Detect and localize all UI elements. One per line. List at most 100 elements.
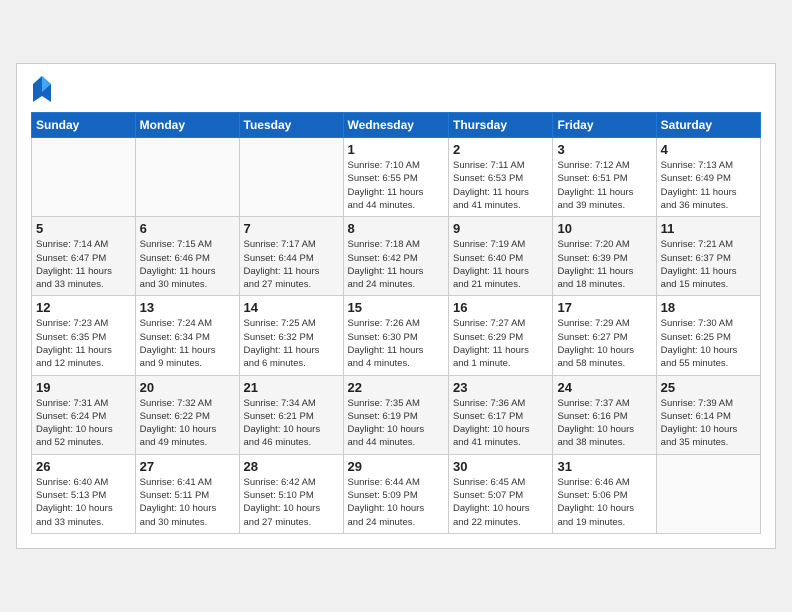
calendar-week-row: 19 Sunrise: 7:31 AM Sunset: 6:24 PM Dayli… (32, 375, 761, 454)
calendar-day-cell (239, 138, 343, 217)
calendar-day-cell: 23Sunrise: 7:36 AM Sunset: 6:17 PM Dayli… (448, 375, 553, 454)
calendar-day-cell: 1 Sunrise: 7:10 AM Sunset: 6:55 PM Daylig… (343, 138, 448, 217)
day-info: Sunrise: 7:29 AM Sunset: 6:27 PM Dayligh… (557, 317, 651, 370)
day-number: 15 (348, 300, 444, 315)
calendar-week-row: 1 Sunrise: 7:10 AM Sunset: 6:55 PM Daylig… (32, 138, 761, 217)
weekday-header-saturday: Saturday (656, 113, 760, 138)
calendar-day-cell: 27 Sunrise: 6:41 AM Sunset: 5:11 PM Dayli… (135, 454, 239, 533)
calendar-day-cell: 29 Sunrise: 6:44 AM Sunset: 5:09 PM Dayli… (343, 454, 448, 533)
day-info: Sunrise: 7:18 AM Sunset: 6:42 PM Dayligh… (348, 238, 444, 291)
calendar-week-row: 26 Sunrise: 6:40 AM Sunset: 5:13 PM Dayli… (32, 454, 761, 533)
day-info: Sunrise: 7:15 AM Sunset: 6:46 PM Dayligh… (140, 238, 235, 291)
day-info: Sunrise: 6:42 AM Sunset: 5:10 PM Dayligh… (244, 476, 339, 529)
day-info: Sunrise: 7:34 AM Sunset: 6:21 PM Dayligh… (244, 397, 339, 450)
weekday-header-tuesday: Tuesday (239, 113, 343, 138)
calendar-day-cell: 2 Sunrise: 7:11 AM Sunset: 6:53 PM Daylig… (448, 138, 553, 217)
calendar-day-cell: 12 Sunrise: 7:23 AM Sunset: 6:35 PM Dayli… (32, 296, 136, 375)
day-info: Sunrise: 7:27 AM Sunset: 6:29 PM Dayligh… (453, 317, 549, 370)
calendar-day-cell: 5 Sunrise: 7:14 AM Sunset: 6:47 PM Daylig… (32, 217, 136, 296)
day-number: 8 (348, 221, 444, 236)
calendar-day-cell: 16 Sunrise: 7:27 AM Sunset: 6:29 PM Dayli… (448, 296, 553, 375)
calendar-day-cell: 28 Sunrise: 6:42 AM Sunset: 5:10 PM Dayli… (239, 454, 343, 533)
day-number: 27 (140, 459, 235, 474)
weekday-header-row: SundayMondayTuesdayWednesdayThursdayFrid… (32, 113, 761, 138)
day-number: 6 (140, 221, 235, 236)
day-number: 2 (453, 142, 549, 157)
calendar-day-cell: 26 Sunrise: 6:40 AM Sunset: 5:13 PM Dayli… (32, 454, 136, 533)
calendar-day-cell: 24 Sunrise: 7:37 AM Sunset: 6:16 PM Dayli… (553, 375, 656, 454)
day-info: Sunrise: 7:12 AM Sunset: 6:51 PM Dayligh… (557, 159, 651, 212)
day-info: Sunrise: 6:40 AM Sunset: 5:13 PM Dayligh… (36, 476, 131, 529)
calendar-day-cell: 19 Sunrise: 7:31 AM Sunset: 6:24 PM Dayli… (32, 375, 136, 454)
day-info: Sunrise: 6:46 AM Sunset: 5:06 PM Dayligh… (557, 476, 651, 529)
day-number: 12 (36, 300, 131, 315)
day-info: Sunrise: 6:45 AM Sunset: 5:07 PM Dayligh… (453, 476, 549, 529)
calendar-day-cell: 15Sunrise: 7:26 AM Sunset: 6:30 PM Dayli… (343, 296, 448, 375)
day-number: 11 (661, 221, 756, 236)
day-number: 3 (557, 142, 651, 157)
day-info: Sunrise: 7:11 AM Sunset: 6:53 PM Dayligh… (453, 159, 549, 212)
calendar-week-row: 5 Sunrise: 7:14 AM Sunset: 6:47 PM Daylig… (32, 217, 761, 296)
calendar-day-cell: 31 Sunrise: 6:46 AM Sunset: 5:06 PM Dayli… (553, 454, 656, 533)
calendar-container: SundayMondayTuesdayWednesdayThursdayFrid… (16, 63, 776, 549)
calendar-day-cell: 25 Sunrise: 7:39 AM Sunset: 6:14 PM Dayli… (656, 375, 760, 454)
day-number: 7 (244, 221, 339, 236)
logo-icon (31, 74, 53, 104)
day-number: 26 (36, 459, 131, 474)
day-info: Sunrise: 7:24 AM Sunset: 6:34 PM Dayligh… (140, 317, 235, 370)
calendar-day-cell: 30 Sunrise: 6:45 AM Sunset: 5:07 PM Dayli… (448, 454, 553, 533)
day-info: Sunrise: 7:10 AM Sunset: 6:55 PM Dayligh… (348, 159, 444, 212)
calendar-day-cell: 17Sunrise: 7:29 AM Sunset: 6:27 PM Dayli… (553, 296, 656, 375)
day-info: Sunrise: 7:31 AM Sunset: 6:24 PM Dayligh… (36, 397, 131, 450)
calendar-day-cell: 22 Sunrise: 7:35 AM Sunset: 6:19 PM Dayli… (343, 375, 448, 454)
day-number: 5 (36, 221, 131, 236)
day-info: Sunrise: 7:13 AM Sunset: 6:49 PM Dayligh… (661, 159, 756, 212)
day-number: 22 (348, 380, 444, 395)
day-info: Sunrise: 7:32 AM Sunset: 6:22 PM Dayligh… (140, 397, 235, 450)
weekday-header-wednesday: Wednesday (343, 113, 448, 138)
day-info: Sunrise: 7:21 AM Sunset: 6:37 PM Dayligh… (661, 238, 756, 291)
calendar-day-cell: 18 Sunrise: 7:30 AM Sunset: 6:25 PM Dayli… (656, 296, 760, 375)
day-number: 31 (557, 459, 651, 474)
day-info: Sunrise: 6:44 AM Sunset: 5:09 PM Dayligh… (348, 476, 444, 529)
day-number: 28 (244, 459, 339, 474)
calendar-day-cell (656, 454, 760, 533)
day-number: 19 (36, 380, 131, 395)
day-number: 10 (557, 221, 651, 236)
day-info: Sunrise: 7:30 AM Sunset: 6:25 PM Dayligh… (661, 317, 756, 370)
calendar-day-cell: 9Sunrise: 7:19 AM Sunset: 6:40 PM Daylig… (448, 217, 553, 296)
day-info: Sunrise: 7:20 AM Sunset: 6:39 PM Dayligh… (557, 238, 651, 291)
day-info: Sunrise: 7:14 AM Sunset: 6:47 PM Dayligh… (36, 238, 131, 291)
weekday-header-friday: Friday (553, 113, 656, 138)
day-number: 29 (348, 459, 444, 474)
weekday-header-sunday: Sunday (32, 113, 136, 138)
day-info: Sunrise: 7:23 AM Sunset: 6:35 PM Dayligh… (36, 317, 131, 370)
calendar-header (31, 74, 761, 104)
day-number: 30 (453, 459, 549, 474)
day-info: Sunrise: 7:17 AM Sunset: 6:44 PM Dayligh… (244, 238, 339, 291)
calendar-day-cell: 7 Sunrise: 7:17 AM Sunset: 6:44 PM Daylig… (239, 217, 343, 296)
calendar-day-cell: 6 Sunrise: 7:15 AM Sunset: 6:46 PM Daylig… (135, 217, 239, 296)
day-info: Sunrise: 7:39 AM Sunset: 6:14 PM Dayligh… (661, 397, 756, 450)
day-info: Sunrise: 7:35 AM Sunset: 6:19 PM Dayligh… (348, 397, 444, 450)
day-number: 14 (244, 300, 339, 315)
calendar-day-cell (135, 138, 239, 217)
calendar-day-cell: 8 Sunrise: 7:18 AM Sunset: 6:42 PM Daylig… (343, 217, 448, 296)
day-number: 24 (557, 380, 651, 395)
calendar-day-cell: 10 Sunrise: 7:20 AM Sunset: 6:39 PM Dayli… (553, 217, 656, 296)
day-info: Sunrise: 7:37 AM Sunset: 6:16 PM Dayligh… (557, 397, 651, 450)
day-number: 1 (348, 142, 444, 157)
calendar-day-cell: 14Sunrise: 7:25 AM Sunset: 6:32 PM Dayli… (239, 296, 343, 375)
day-number: 16 (453, 300, 549, 315)
day-info: Sunrise: 6:41 AM Sunset: 5:11 PM Dayligh… (140, 476, 235, 529)
weekday-header-thursday: Thursday (448, 113, 553, 138)
day-number: 18 (661, 300, 756, 315)
calendar-day-cell: 20Sunrise: 7:32 AM Sunset: 6:22 PM Dayli… (135, 375, 239, 454)
day-number: 25 (661, 380, 756, 395)
logo (31, 74, 53, 104)
calendar-day-cell: 11 Sunrise: 7:21 AM Sunset: 6:37 PM Dayli… (656, 217, 760, 296)
calendar-day-cell: 21 Sunrise: 7:34 AM Sunset: 6:21 PM Dayli… (239, 375, 343, 454)
day-number: 13 (140, 300, 235, 315)
calendar-day-cell (32, 138, 136, 217)
day-number: 21 (244, 380, 339, 395)
